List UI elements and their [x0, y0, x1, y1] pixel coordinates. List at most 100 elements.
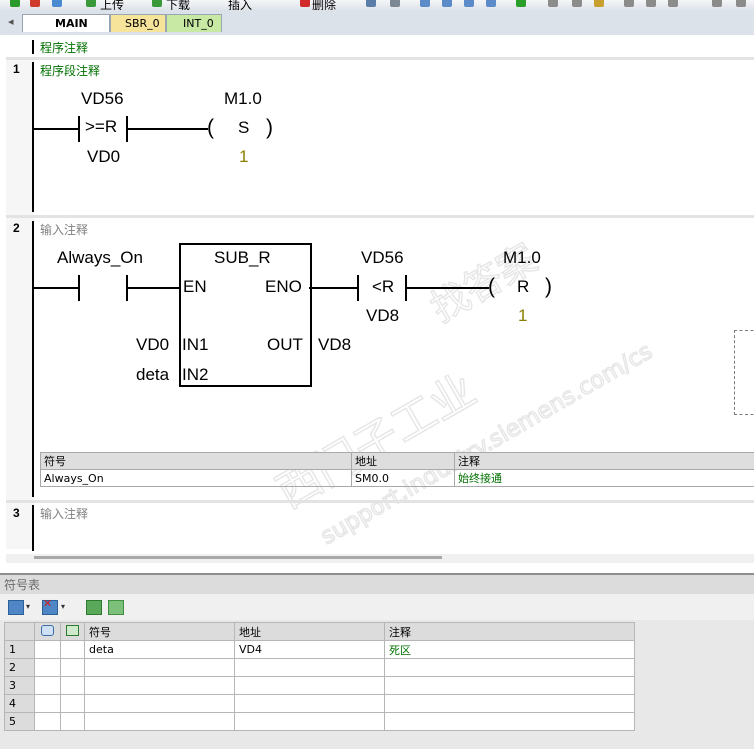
comment-cell[interactable] — [384, 712, 635, 731]
delete-icon[interactable] — [300, 0, 310, 7]
table-cell[interactable] — [34, 640, 61, 659]
address-cell[interactable] — [234, 712, 385, 731]
table-cell[interactable] — [34, 694, 61, 713]
coil-op-2[interactable]: R — [517, 277, 529, 297]
network-2-comment[interactable]: 输入注释 — [40, 221, 88, 238]
table-cell[interactable] — [60, 658, 85, 677]
compare-bottom-operand-1[interactable]: VD0 — [87, 147, 120, 167]
power-rail-1 — [32, 62, 34, 212]
coil-operand-2[interactable]: M1.0 — [503, 248, 541, 268]
comment-cell[interactable] — [384, 658, 635, 677]
out-operand[interactable]: VD8 — [318, 335, 351, 355]
comment-cell[interactable] — [384, 676, 635, 695]
compare-top-operand-1[interactable]: VD56 — [81, 89, 124, 109]
coil-icon[interactable] — [736, 0, 746, 7]
symbol-cell[interactable] — [84, 694, 235, 713]
contact-icon[interactable] — [712, 0, 722, 7]
export-icon[interactable] — [108, 600, 124, 615]
table-row[interactable]: 3 — [4, 676, 635, 695]
tab-int0[interactable]: INT_0 — [166, 14, 222, 32]
view4-icon[interactable] — [486, 0, 496, 7]
chevron-down-icon[interactable]: ▾ — [61, 602, 65, 611]
line-right-icon[interactable] — [668, 0, 678, 7]
address-cell[interactable] — [234, 658, 385, 677]
scrollbar-thumb[interactable] — [34, 556, 442, 559]
coil-count-1[interactable]: 1 — [239, 147, 248, 167]
table-cell[interactable] — [34, 658, 61, 677]
upload-icon[interactable] — [86, 0, 96, 7]
contact-operand[interactable]: Always_On — [57, 248, 143, 268]
tab-main[interactable]: MAIN × — [22, 14, 110, 48]
coil-operand-1[interactable]: M1.0 — [224, 89, 262, 109]
table-cell[interactable] — [60, 694, 85, 713]
stop-icon[interactable] — [30, 0, 40, 7]
upload-button[interactable]: 上传 — [100, 0, 124, 10]
network-3-gutter[interactable] — [6, 503, 34, 549]
network-3-comment[interactable]: 输入注释 — [40, 505, 88, 522]
address-cell[interactable] — [234, 676, 385, 695]
compare-contact-left — [78, 116, 80, 142]
tab-sbr0[interactable]: SBR_0 — [110, 14, 166, 32]
network-1-gutter[interactable] — [6, 60, 34, 215]
view-icon[interactable] — [420, 0, 430, 7]
table-cell[interactable] — [34, 676, 61, 695]
table-cell[interactable] — [60, 676, 85, 695]
compare-op-2[interactable]: <R — [372, 277, 394, 297]
table-cell[interactable] — [34, 712, 61, 731]
compare-top-operand-2[interactable]: VD56 — [361, 248, 404, 268]
coil-op-1[interactable]: S — [238, 118, 249, 138]
symbol-cell[interactable] — [84, 658, 235, 677]
compare-bottom-operand-2[interactable]: VD8 — [366, 306, 399, 326]
branch-icon[interactable] — [624, 0, 634, 7]
chart-icon[interactable] — [86, 600, 102, 615]
symbol-table-toolbar: ▾ ✕ ▾ — [0, 594, 754, 620]
address-cell[interactable] — [234, 694, 385, 713]
row-number: 1 — [4, 640, 35, 659]
comment-cell[interactable]: 始终接通 — [454, 469, 754, 487]
horizontal-scrollbar[interactable] — [6, 554, 754, 563]
compile-icon[interactable] — [52, 0, 62, 7]
network-1-comment[interactable]: 程序段注释 — [40, 62, 100, 79]
comment-cell[interactable]: 死区 — [384, 640, 635, 659]
lock-icon[interactable] — [548, 0, 558, 7]
ladder-editor[interactable]: 西门子工业 找答案 support.industry.siemens.com/c… — [0, 35, 754, 565]
view2-icon[interactable] — [442, 0, 452, 7]
compare-op-1[interactable]: >=R — [85, 117, 117, 137]
bookmark-icon[interactable] — [390, 0, 400, 7]
table-row[interactable]: 2 — [4, 658, 635, 677]
row-number: 4 — [4, 694, 35, 713]
symbol-cell[interactable] — [84, 712, 235, 731]
coil-close-paren: ) — [266, 116, 273, 139]
chevron-down-icon[interactable]: ▾ — [26, 602, 30, 611]
lock2-icon[interactable] — [572, 0, 582, 7]
address-cell[interactable]: SM0.0 — [351, 469, 455, 487]
symbol-cell[interactable] — [84, 676, 235, 695]
insert-row-icon[interactable] — [8, 600, 24, 615]
tab-scroll-left-icon[interactable]: ◂ — [8, 15, 14, 28]
comment-cell[interactable] — [384, 694, 635, 713]
unlock-icon[interactable] — [594, 0, 604, 7]
table-row[interactable]: 1 deta VD4 死区 — [4, 640, 635, 659]
table-row[interactable]: 4 — [4, 694, 635, 713]
download-button[interactable]: 下载 — [166, 0, 190, 10]
delete-button[interactable]: 删除 — [312, 0, 336, 10]
in1-operand[interactable]: VD0 — [136, 335, 169, 355]
network-icon[interactable] — [366, 0, 376, 7]
symbol-cell[interactable]: deta — [84, 640, 235, 659]
download-icon[interactable] — [152, 0, 162, 7]
address-cell[interactable]: VD4 — [234, 640, 385, 659]
check-icon[interactable] — [516, 0, 526, 7]
network-2-gutter[interactable] — [6, 218, 34, 500]
table-cell[interactable] — [60, 712, 85, 731]
insert-button[interactable]: 插入 — [228, 0, 252, 10]
view3-icon[interactable] — [464, 0, 474, 7]
table-cell[interactable] — [60, 640, 85, 659]
line-down-icon[interactable] — [646, 0, 656, 7]
run-icon[interactable] — [10, 0, 20, 7]
in2-operand[interactable]: deta — [136, 365, 169, 385]
symbol-cell[interactable]: Always_On — [40, 469, 352, 487]
selection-placeholder[interactable] — [734, 330, 754, 415]
coil-count-2[interactable]: 1 — [518, 306, 527, 326]
table-row[interactable]: 5 — [4, 712, 635, 731]
program-comment[interactable]: 程序注释 — [40, 39, 88, 56]
